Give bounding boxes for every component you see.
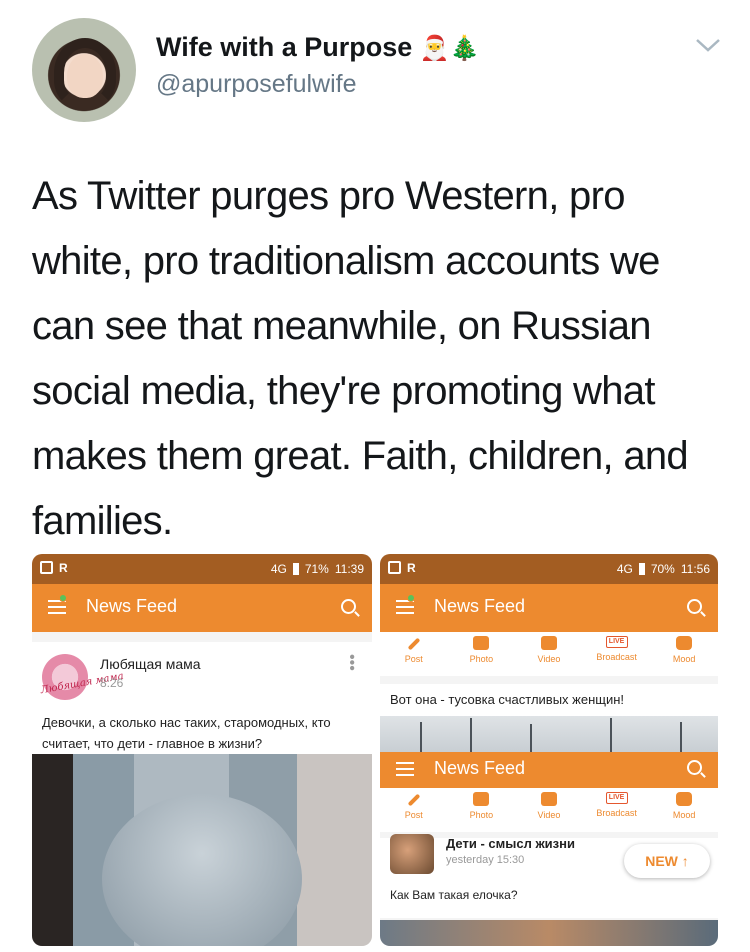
- post-text: Вот она - тусовка счастливых женщин!: [390, 692, 625, 707]
- name-emojis: 🎅🎄: [419, 35, 480, 62]
- menu-icon[interactable]: [396, 600, 414, 614]
- post-text: Как Вам такая елочка?: [390, 888, 518, 902]
- video-icon: [540, 636, 557, 650]
- feed-post[interactable]: Вот она - тусовка счастливых женщин!: [380, 684, 718, 716]
- video-icon: [540, 792, 557, 806]
- quick-action-post[interactable]: Post: [382, 636, 446, 664]
- clock: 11:39: [334, 562, 364, 576]
- quick-action-broadcast[interactable]: LIVE Broadcast: [585, 636, 649, 662]
- app-bar-overlay: News Feed: [380, 752, 718, 788]
- tweet-header: Wife with a Purpose 🎅🎄 @apurposefulwife: [0, 0, 750, 130]
- quick-actions-bar: Post Photo Video LIVE Broadcast Mood: [380, 788, 718, 832]
- quick-action-mood[interactable]: Mood: [652, 636, 716, 664]
- post-title[interactable]: Дети - смысл жизни: [446, 836, 575, 851]
- quick-actions-bar: Post Photo Video LIVE Broadcast Mood: [380, 632, 718, 676]
- live-icon: LIVE: [605, 636, 628, 648]
- feed-post[interactable]: Дети - смысл жизни yesterday 15:30 Как В…: [380, 834, 718, 918]
- camera-icon: [473, 636, 490, 650]
- post-avatar[interactable]: [390, 834, 434, 874]
- online-dot-icon: [59, 594, 67, 602]
- post-photo[interactable]: [380, 920, 718, 946]
- post-photo[interactable]: [380, 716, 718, 752]
- online-dot-icon: [407, 594, 415, 602]
- photo-subject: [102, 794, 302, 946]
- menu-icon[interactable]: [48, 600, 66, 614]
- camera-icon: [473, 792, 490, 806]
- more-options-icon[interactable]: •••: [342, 654, 360, 671]
- post-time: 8:26: [100, 676, 124, 690]
- display-name-text: Wife with a Purpose: [156, 32, 413, 62]
- notification-icon: [388, 561, 401, 574]
- quick-action-mood[interactable]: Mood: [652, 792, 716, 820]
- battery-label: 71%: [304, 562, 329, 576]
- post-author[interactable]: Любящая мама: [100, 656, 201, 672]
- post-avatar[interactable]: Любящая мама: [40, 654, 124, 700]
- battery-icon: [292, 563, 299, 575]
- quick-action-broadcast[interactable]: LIVE Broadcast: [585, 792, 649, 818]
- status-bar: R 4G 70% 11:56: [380, 554, 718, 584]
- pen-icon: [407, 793, 421, 807]
- display-name[interactable]: Wife with a Purpose 🎅🎄: [156, 32, 480, 63]
- attached-image-right[interactable]: R 4G 70% 11:56 News Feed Post Photo Vide…: [380, 554, 718, 946]
- app-bar: News Feed: [32, 584, 372, 632]
- app-bar-title: News Feed: [434, 596, 526, 616]
- app-bar-title: News Feed: [434, 758, 526, 778]
- search-icon[interactable]: [341, 599, 356, 614]
- app-bar-title: News Feed: [86, 596, 178, 616]
- quick-action-video[interactable]: Video: [517, 636, 581, 664]
- battery-label: 70%: [650, 562, 675, 576]
- search-icon[interactable]: [687, 599, 702, 614]
- attached-image-left[interactable]: R 4G 71% 11:39 News Feed Любящая мама Лю…: [32, 554, 372, 946]
- tweet-text: As Twitter purges pro Western, pro white…: [32, 174, 689, 543]
- network-label: 4G: [616, 562, 633, 576]
- live-icon: LIVE: [605, 792, 628, 804]
- network-label: 4G: [270, 562, 287, 576]
- pen-icon: [407, 637, 421, 651]
- r-icon: R: [59, 561, 68, 575]
- clock: 11:56: [680, 562, 710, 576]
- new-posts-button[interactable]: NEW ↑: [624, 844, 710, 878]
- chevron-down-icon[interactable]: [694, 36, 722, 54]
- notification-icon: [40, 561, 53, 574]
- mood-icon: [676, 636, 693, 650]
- quick-action-video[interactable]: Video: [517, 792, 581, 820]
- search-icon[interactable]: [687, 760, 702, 775]
- post-photo[interactable]: [32, 754, 372, 946]
- quick-action-post[interactable]: Post: [382, 792, 446, 820]
- quick-action-photo[interactable]: Photo: [449, 792, 513, 820]
- post-text: Девочки, а сколько нас таких, старомодны…: [42, 715, 331, 751]
- menu-icon[interactable]: [396, 762, 414, 776]
- user-handle[interactable]: @apurposefulwife: [156, 70, 357, 99]
- r-icon: R: [407, 561, 416, 575]
- battery-icon: [638, 563, 645, 575]
- status-bar: R 4G 71% 11:39: [32, 554, 372, 584]
- avatar-face: [67, 54, 103, 98]
- post-time: yesterday 15:30: [446, 854, 525, 866]
- mood-icon: [676, 792, 693, 806]
- app-bar: News Feed: [380, 584, 718, 632]
- avatar[interactable]: [32, 18, 136, 122]
- quick-action-photo[interactable]: Photo: [449, 636, 513, 664]
